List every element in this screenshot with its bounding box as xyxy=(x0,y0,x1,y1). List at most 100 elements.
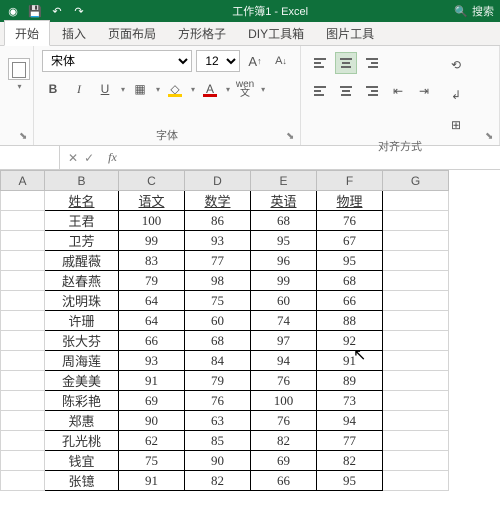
table-cell[interactable]: 孔光桃 xyxy=(45,431,119,451)
column-header[interactable]: B xyxy=(45,171,119,191)
table-header-cell[interactable]: 语文 xyxy=(119,191,185,211)
table-cell[interactable]: 88 xyxy=(317,311,383,331)
font-name-select[interactable]: 宋体 xyxy=(42,50,192,72)
table-cell[interactable]: 99 xyxy=(251,271,317,291)
table-cell[interactable]: 钱宜 xyxy=(45,451,119,471)
tab-diy[interactable]: DIY工具箱 xyxy=(238,21,314,45)
table-cell[interactable]: 95 xyxy=(251,231,317,251)
redo-icon[interactable]: ↷ xyxy=(72,4,86,18)
table-cell[interactable]: 84 xyxy=(185,351,251,371)
cell[interactable] xyxy=(1,331,45,351)
font-color-button[interactable]: A xyxy=(199,78,221,100)
table-cell[interactable]: 97 xyxy=(251,331,317,351)
table-cell[interactable]: 69 xyxy=(251,451,317,471)
cell[interactable] xyxy=(1,371,45,391)
table-cell[interactable]: 张镱 xyxy=(45,471,119,491)
cancel-icon[interactable]: ✕ xyxy=(68,151,78,165)
table-cell[interactable]: 100 xyxy=(251,391,317,411)
align-middle-button[interactable] xyxy=(335,52,357,74)
table-cell[interactable]: 77 xyxy=(185,251,251,271)
table-cell[interactable]: 79 xyxy=(185,371,251,391)
fill-color-button[interactable]: ◇ xyxy=(164,78,186,100)
table-cell[interactable]: 76 xyxy=(251,411,317,431)
wrap-text-button[interactable]: ↲ xyxy=(445,84,467,106)
align-bottom-button[interactable] xyxy=(361,52,383,74)
tab-square[interactable]: 方形格子 xyxy=(168,21,236,45)
table-cell[interactable]: 82 xyxy=(317,451,383,471)
cell[interactable] xyxy=(383,291,449,311)
table-cell[interactable]: 83 xyxy=(119,251,185,271)
italic-button[interactable]: I xyxy=(68,78,90,100)
table-cell[interactable]: 93 xyxy=(185,231,251,251)
cell[interactable] xyxy=(1,291,45,311)
table-cell[interactable]: 66 xyxy=(251,471,317,491)
table-cell[interactable]: 76 xyxy=(251,371,317,391)
cell[interactable] xyxy=(1,311,45,331)
tab-home[interactable]: 开始 xyxy=(4,20,50,46)
font-size-select[interactable]: 12 xyxy=(196,50,240,72)
border-button[interactable]: ▦ xyxy=(129,78,151,100)
table-cell[interactable]: 76 xyxy=(317,211,383,231)
table-cell[interactable]: 69 xyxy=(119,391,185,411)
cell[interactable] xyxy=(1,271,45,291)
table-cell[interactable]: 86 xyxy=(185,211,251,231)
table-cell[interactable]: 100 xyxy=(119,211,185,231)
table-cell[interactable]: 64 xyxy=(119,311,185,331)
save-icon[interactable]: 💾 xyxy=(28,4,42,18)
cell[interactable] xyxy=(1,211,45,231)
table-cell[interactable]: 95 xyxy=(317,471,383,491)
table-cell[interactable]: 75 xyxy=(119,451,185,471)
decrease-font-icon[interactable]: A xyxy=(270,50,292,72)
cell[interactable] xyxy=(383,471,449,491)
underline-button[interactable]: U xyxy=(94,78,116,100)
table-cell[interactable]: 74 xyxy=(251,311,317,331)
merge-button[interactable]: ⊞ xyxy=(445,114,467,136)
cell[interactable] xyxy=(383,451,449,471)
table-cell[interactable]: 68 xyxy=(251,211,317,231)
name-box[interactable] xyxy=(0,146,60,169)
table-cell[interactable]: 96 xyxy=(251,251,317,271)
column-header[interactable]: A xyxy=(1,171,45,191)
tab-insert[interactable]: 插入 xyxy=(52,21,96,45)
table-header-cell[interactable]: 英语 xyxy=(251,191,317,211)
cell[interactable] xyxy=(1,391,45,411)
column-header[interactable]: C xyxy=(119,171,185,191)
cell[interactable] xyxy=(1,251,45,271)
table-cell[interactable]: 67 xyxy=(317,231,383,251)
table-header-cell[interactable]: 物理 xyxy=(317,191,383,211)
table-cell[interactable]: 卫芳 xyxy=(45,231,119,251)
table-cell[interactable]: 沈明珠 xyxy=(45,291,119,311)
table-cell[interactable]: 陈彩艳 xyxy=(45,391,119,411)
increase-indent-button[interactable]: ⇥ xyxy=(413,80,435,102)
table-cell[interactable]: 75 xyxy=(185,291,251,311)
table-cell[interactable]: 99 xyxy=(119,231,185,251)
cell[interactable] xyxy=(383,331,449,351)
increase-font-icon[interactable]: A xyxy=(244,50,266,72)
cell[interactable] xyxy=(1,351,45,371)
table-cell[interactable]: 94 xyxy=(317,411,383,431)
cell[interactable] xyxy=(383,251,449,271)
table-cell[interactable]: 92 xyxy=(317,331,383,351)
table-header-cell[interactable]: 姓名 xyxy=(45,191,119,211)
tab-layout[interactable]: 页面布局 xyxy=(98,21,166,45)
table-header-cell[interactable]: 数学 xyxy=(185,191,251,211)
autosave-toggle[interactable]: ◉ xyxy=(6,4,20,18)
cell[interactable] xyxy=(383,211,449,231)
align-top-button[interactable] xyxy=(309,52,331,74)
column-header[interactable]: F xyxy=(317,171,383,191)
table-cell[interactable]: 91 xyxy=(317,351,383,371)
undo-icon[interactable]: ↶ xyxy=(50,4,64,18)
cell[interactable] xyxy=(1,231,45,251)
worksheet-grid[interactable]: ABCDEFG姓名语文数学英语物理王君100866876卫芳99939567戚醒… xyxy=(0,170,500,508)
enter-icon[interactable]: ✓ xyxy=(84,151,94,165)
table-cell[interactable]: 93 xyxy=(119,351,185,371)
align-left-button[interactable] xyxy=(309,80,331,102)
align-right-button[interactable] xyxy=(361,80,383,102)
cell[interactable] xyxy=(383,351,449,371)
table-cell[interactable]: 79 xyxy=(119,271,185,291)
table-cell[interactable]: 62 xyxy=(119,431,185,451)
table-cell[interactable]: 89 xyxy=(317,371,383,391)
table-cell[interactable]: 90 xyxy=(185,451,251,471)
tab-picture[interactable]: 图片工具 xyxy=(316,21,384,45)
cell[interactable] xyxy=(1,431,45,451)
